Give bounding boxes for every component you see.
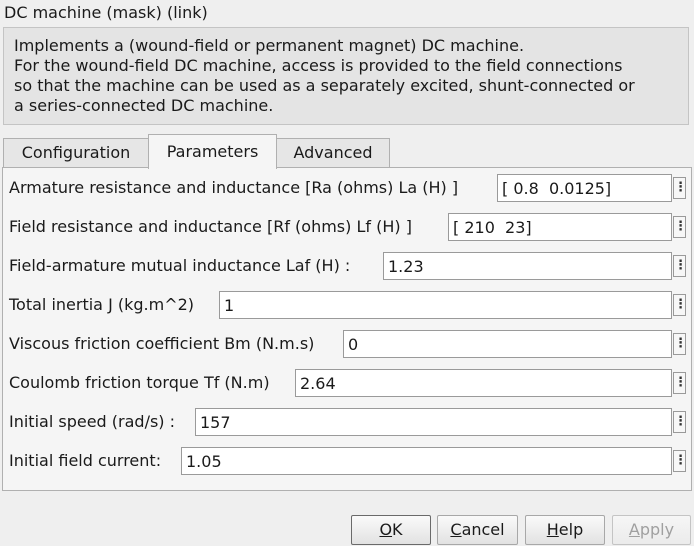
kebab-menu-icon[interactable]: ⋮ bbox=[673, 255, 687, 277]
kebab-menu-icon[interactable]: ⋮ bbox=[673, 177, 687, 199]
kebab-menu-icon[interactable]: ⋮ bbox=[673, 411, 687, 433]
tab-advanced[interactable]: Advanced bbox=[276, 138, 390, 168]
param-row-coulomb-friction: Coulomb friction torque Tf (N.m) ⋮ bbox=[9, 369, 689, 397]
param-label-viscous-friction: Viscous friction coefficient Bm (N.m.s) bbox=[9, 334, 315, 353]
parameters-panel: Armature resistance and inductance [Ra (… bbox=[2, 167, 692, 491]
tab-configuration[interactable]: Configuration bbox=[3, 138, 149, 168]
help-label-rest: elp bbox=[558, 520, 584, 539]
param-row-field: Field resistance and inductance [Rf (ohm… bbox=[9, 213, 689, 241]
param-row-armature: Armature resistance and inductance [Ra (… bbox=[9, 174, 689, 202]
initial-speed-input[interactable] bbox=[195, 408, 672, 436]
apply-button[interactable]: Apply bbox=[612, 515, 691, 545]
ok-mnemonic: O bbox=[379, 520, 393, 539]
description-line: Implements a (wound-field or permanent m… bbox=[14, 36, 525, 55]
kebab-menu-icon[interactable]: ⋮ bbox=[673, 450, 687, 472]
kebab-menu-icon[interactable]: ⋮ bbox=[673, 372, 687, 394]
tab-parameters[interactable]: Parameters bbox=[148, 134, 277, 169]
description-line: a series-connected DC machine. bbox=[14, 96, 274, 115]
ok-label-rest: K bbox=[392, 520, 403, 539]
coulomb-friction-input[interactable] bbox=[295, 369, 672, 397]
param-row-initial-speed: Initial speed (rad/s) : ⋮ bbox=[9, 408, 689, 436]
param-label-field: Field resistance and inductance [Rf (ohm… bbox=[9, 217, 412, 236]
param-row-inertia: Total inertia J (kg.m^2) ⋮ bbox=[9, 291, 689, 319]
param-row-viscous-friction: Viscous friction coefficient Bm (N.m.s) … bbox=[9, 330, 689, 358]
help-button[interactable]: Help bbox=[525, 515, 605, 545]
kebab-menu-icon[interactable]: ⋮ bbox=[673, 333, 687, 355]
viscous-friction-input[interactable] bbox=[343, 330, 672, 358]
field-resistance-inductance-input[interactable] bbox=[448, 213, 672, 241]
window-title: DC machine (mask) (link) bbox=[4, 3, 208, 22]
param-label-mutual-inductance: Field-armature mutual inductance Laf (H)… bbox=[9, 256, 351, 275]
kebab-menu-icon[interactable]: ⋮ bbox=[673, 294, 687, 316]
armature-resistance-inductance-input[interactable] bbox=[497, 174, 672, 202]
cancel-button[interactable]: Cancel bbox=[437, 515, 518, 545]
apply-mnemonic: A bbox=[628, 520, 640, 539]
mutual-inductance-input[interactable] bbox=[383, 252, 672, 280]
ok-button[interactable]: OK bbox=[351, 515, 431, 545]
param-label-initial-speed: Initial speed (rad/s) : bbox=[9, 412, 176, 431]
description-box: Implements a (wound-field or permanent m… bbox=[3, 27, 689, 125]
param-label-inertia: Total inertia J (kg.m^2) bbox=[9, 295, 195, 314]
param-label-armature: Armature resistance and inductance [Ra (… bbox=[9, 178, 459, 197]
description-line: so that the machine can be used as a sep… bbox=[14, 76, 635, 95]
help-mnemonic: H bbox=[546, 520, 559, 539]
param-label-initial-field-current: Initial field current: bbox=[9, 451, 162, 470]
cancel-mnemonic: C bbox=[450, 520, 462, 539]
initial-field-current-input[interactable] bbox=[181, 447, 672, 475]
kebab-menu-icon[interactable]: ⋮ bbox=[673, 216, 687, 238]
param-label-coulomb-friction: Coulomb friction torque Tf (N.m) bbox=[9, 373, 270, 392]
description-line: For the wound-field DC machine, access i… bbox=[14, 56, 623, 75]
param-row-mutual-inductance: Field-armature mutual inductance Laf (H)… bbox=[9, 252, 689, 280]
cancel-label-rest: ancel bbox=[461, 520, 505, 539]
total-inertia-input[interactable] bbox=[219, 291, 672, 319]
param-row-initial-field-current: Initial field current: ⋮ bbox=[9, 447, 689, 475]
apply-label-rest: pply bbox=[639, 520, 675, 539]
